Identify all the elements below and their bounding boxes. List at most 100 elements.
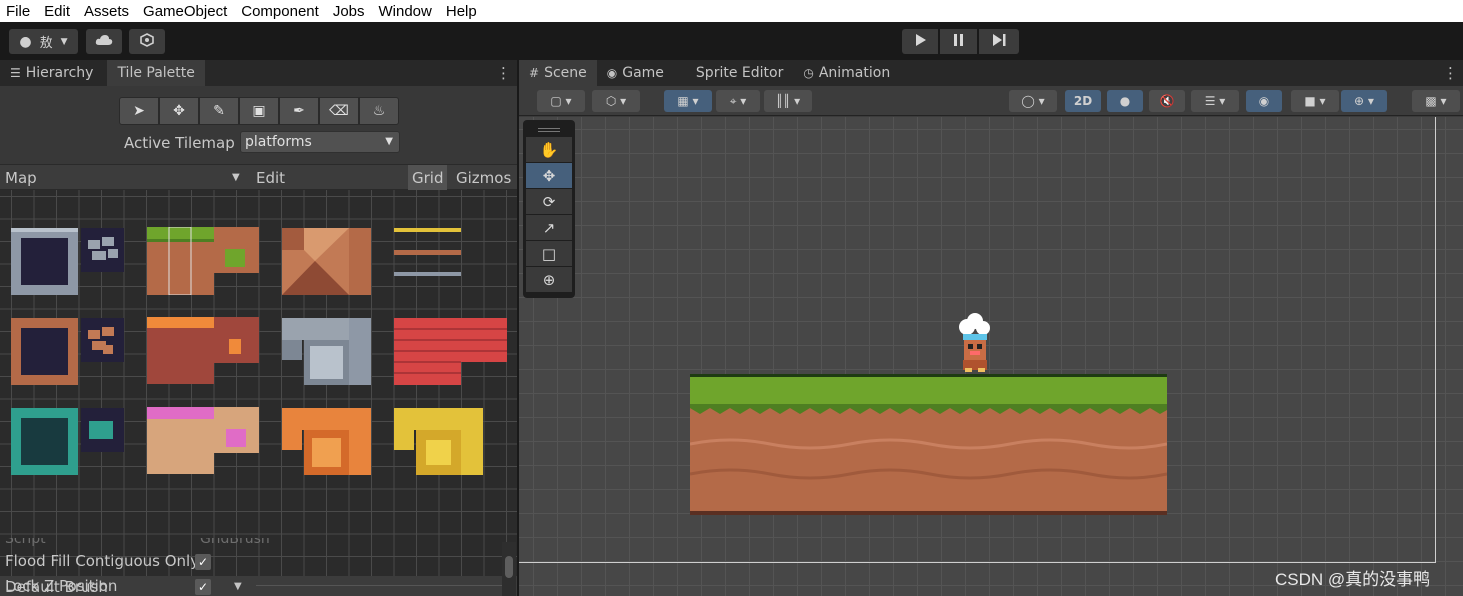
camera-dropdown[interactable]: ■ ▾ (1291, 90, 1339, 112)
audio-toggle[interactable]: 🔇 (1149, 90, 1185, 112)
grid-snap-dropdown[interactable]: ▦ ▾ (664, 90, 712, 112)
kebab-menu-icon[interactable]: ⋮ (496, 64, 511, 82)
account-label: 敖 (39, 36, 53, 51)
layers-icon: ☰ ▾ (1204, 94, 1226, 108)
box-fill-tool[interactable]: ▣ (239, 97, 279, 125)
hand-icon: ✋ (539, 140, 559, 159)
magnet-icon: ⌖ ▾ (729, 93, 747, 108)
scrollbar-thumb[interactable] (505, 556, 513, 578)
kebab-menu-icon[interactable]: ⋮ (1443, 64, 1458, 82)
tab-hierarchy[interactable]: ☰ Hierarchy (0, 60, 103, 86)
orange-block-tile[interactable] (282, 408, 372, 476)
scene-viewport[interactable]: ✋ ✥ ⟳ ↗ □ ⊕ (519, 117, 1463, 596)
watermark-text: CSDN @真的没事鸭 (1275, 570, 1431, 589)
picker-tool[interactable]: ✒ (279, 97, 319, 125)
hand-tool[interactable]: ✋ (526, 137, 572, 162)
cloud-button[interactable] (86, 29, 122, 54)
ground-platform[interactable] (690, 374, 1167, 515)
rotate-tool[interactable]: ⟳ (526, 189, 572, 214)
pivot-dropdown[interactable]: ⬡ ▾ (592, 90, 640, 112)
account-dropdown[interactable]: ● 敖 ▼ (9, 29, 78, 54)
rect-icon: □ (541, 244, 557, 263)
tab-tile-palette[interactable]: Tile Palette (107, 60, 205, 86)
left-tabbar: ☰ Hierarchy Tile Palette ⋮ (0, 60, 517, 86)
menu-window[interactable]: Window (379, 3, 432, 20)
eraser-tool[interactable]: ⌫ (319, 97, 359, 125)
scene-toolbar: ▢ ▾ ⬡ ▾ ▦ ▾ ⌖ ▾ ║║ ▾ ◯ ▾ 2D ● 🔇 ☰ ▾ ◉ ■ … (519, 87, 1463, 116)
menu-edit[interactable]: Edit (44, 3, 70, 20)
teal-frame-tile[interactable] (11, 408, 124, 476)
visibility-toggle[interactable]: ◉ (1246, 90, 1282, 112)
lighting-toggle[interactable]: ● (1107, 90, 1143, 112)
grass-tile[interactable] (147, 227, 260, 295)
menu-component[interactable]: Component (241, 3, 319, 20)
dirt-block-tile[interactable] (282, 228, 372, 296)
paint-tool[interactable]: ✎ (199, 97, 239, 125)
menu-jobs[interactable]: Jobs (333, 3, 365, 20)
move-tool[interactable]: ✥ (526, 163, 572, 188)
lock-z-checkbox[interactable]: ✓ (195, 579, 211, 595)
chevron-down-icon[interactable]: ▼ (232, 172, 240, 183)
grid-icon: # (529, 66, 540, 80)
mode-2d-toggle[interactable]: 2D (1065, 90, 1101, 112)
gamepad-icon: ◉ (606, 66, 618, 80)
list-icon: ☰ (10, 66, 21, 80)
menu-assets[interactable]: Assets (84, 3, 129, 20)
cube-icon: ⬡ ▾ (605, 94, 627, 108)
menu-gameobject[interactable]: GameObject (143, 3, 227, 20)
collab-button[interactable] (129, 29, 165, 54)
camera-icon: ■ ▾ (1304, 94, 1326, 108)
stone-frame-tile[interactable] (11, 228, 124, 296)
tab-scene[interactable]: # Scene (519, 60, 597, 86)
lava-dirt-tile[interactable] (147, 317, 260, 385)
pause-button[interactable] (940, 29, 977, 54)
tab-game-label: Game (622, 65, 664, 81)
menubar: File Edit Assets GameObject Component Jo… (0, 0, 1463, 22)
wood-frame-tile[interactable] (11, 318, 124, 386)
menu-file[interactable]: File (6, 3, 30, 20)
grid-button[interactable]: Grid (408, 165, 448, 191)
tab-game[interactable]: ◉ Game (597, 60, 674, 86)
effects-dropdown[interactable]: ☰ ▾ (1191, 90, 1239, 112)
palette-map-dropdown[interactable]: Map (5, 169, 37, 187)
render-mode-dropdown[interactable]: ◯ ▾ (1009, 90, 1057, 112)
step-button[interactable] (979, 29, 1019, 54)
scene-tools-overlay: ✋ ✥ ⟳ ↗ □ ⊕ (523, 120, 575, 298)
metal-block-tile[interactable] (282, 318, 372, 386)
active-tilemap-select[interactable]: platforms ▼ (240, 131, 400, 153)
snap-dropdown[interactable]: ⌖ ▾ (716, 90, 760, 112)
transform-icon: ⊕ (542, 270, 556, 289)
scale-tool[interactable]: ↗ (526, 215, 572, 240)
overlays-dropdown[interactable]: ▩ ▾ (1412, 90, 1460, 112)
tab-sprite-editor[interactable]: Sprite Editor (686, 60, 793, 86)
cursor-icon: ➤ (133, 103, 145, 119)
inspector-scrollbar[interactable] (502, 542, 516, 596)
play-button[interactable] (902, 29, 938, 54)
gizmos-dropdown[interactable]: ⊕ ▾ (1341, 90, 1387, 112)
brick-tile[interactable] (394, 318, 507, 386)
collab-icon (140, 32, 154, 51)
step-icon (992, 33, 1006, 50)
increment-snap-dropdown[interactable]: ║║ ▾ (764, 90, 812, 112)
tab-hierarchy-label: Hierarchy (25, 65, 94, 81)
select-tool[interactable]: ➤ (119, 97, 159, 125)
transform-tool[interactable]: ⊕ (526, 267, 572, 292)
draw-mode-dropdown[interactable]: ▢ ▾ (537, 90, 585, 112)
rect-tool[interactable]: □ (526, 241, 572, 266)
hidden-eye-icon: ◉ (1258, 94, 1270, 108)
gizmo-icon: ⊕ ▾ (1354, 94, 1374, 108)
overlay-drag-handle[interactable] (526, 123, 572, 137)
gold-block-tile[interactable] (394, 408, 484, 476)
edit-button[interactable]: Edit (256, 169, 285, 187)
gizmos-button[interactable]: Gizmos (456, 169, 511, 187)
palette-grid[interactable] (0, 190, 517, 576)
pink-sand-tile[interactable] (147, 407, 260, 475)
fill-tool[interactable]: ♨ (359, 97, 399, 125)
menu-help[interactable]: Help (446, 3, 477, 20)
flood-fill-checkbox[interactable]: ✓ (195, 554, 211, 570)
thin-platform-tile[interactable] (394, 228, 462, 278)
player-character[interactable] (955, 312, 997, 374)
tab-animation-label: Animation (818, 65, 891, 81)
tab-animation[interactable]: ◷ Animation (793, 60, 900, 86)
move-tool[interactable]: ✥ (159, 97, 199, 125)
